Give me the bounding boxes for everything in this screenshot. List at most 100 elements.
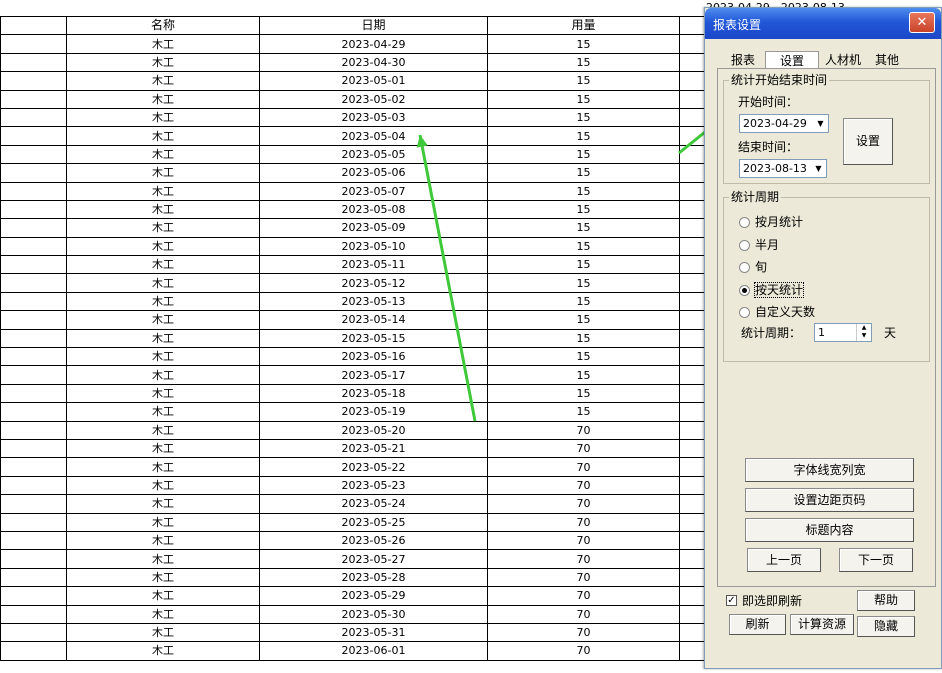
start-date-value: 2023-04-29 <box>743 117 807 130</box>
header-qty: 用量 <box>487 15 680 36</box>
header-date: 日期 <box>259 15 488 36</box>
end-date-value: 2023-08-13 <box>743 162 807 175</box>
row-blank-cell <box>0 494 67 514</box>
qty-cell: 15 <box>487 107 680 128</box>
qty-cell: 70 <box>487 494 680 514</box>
chevron-down-icon[interactable]: ▼ <box>811 160 826 177</box>
date-cell: 2023-05-19 <box>259 402 488 422</box>
row-blank-cell <box>0 512 67 532</box>
qty-cell: 70 <box>487 438 680 459</box>
row-blank-cell <box>0 71 67 91</box>
qty-cell: 15 <box>487 52 680 73</box>
time-group-legend: 统计开始结束时间 <box>729 73 830 87</box>
row-blank-cell <box>0 475 67 496</box>
row-blank-cell <box>0 291 67 312</box>
name-cell: 木工 <box>66 89 260 109</box>
name-cell: 木工 <box>66 549 260 569</box>
set-time-button[interactable]: 设置 <box>843 118 893 165</box>
period-option-label[interactable]: 按月统计 <box>755 215 803 229</box>
tab-settings[interactable]: 设置 <box>765 51 819 69</box>
name-cell: 木工 <box>66 530 260 551</box>
date-cell: 2023-05-01 <box>259 71 488 91</box>
period-radio-4[interactable] <box>739 307 750 318</box>
qty-cell: 70 <box>487 604 680 624</box>
name-cell: 木工 <box>66 144 260 165</box>
row-blank-cell <box>0 402 67 422</box>
row-blank-cell <box>0 641 67 661</box>
date-cell: 2023-05-14 <box>259 310 488 330</box>
next-page-button[interactable]: 下一页 <box>839 548 913 572</box>
name-cell: 木工 <box>66 199 260 220</box>
period-radio-3[interactable] <box>739 284 750 296</box>
help-button[interactable]: 帮助 <box>857 590 915 611</box>
qty-cell: 70 <box>487 586 680 606</box>
close-button[interactable]: ✕ <box>909 12 935 33</box>
qty-cell: 15 <box>487 255 680 275</box>
qty-cell: 15 <box>487 126 680 146</box>
date-cell: 2023-05-07 <box>259 181 488 201</box>
name-cell: 木工 <box>66 494 260 514</box>
period-radio-0[interactable] <box>739 217 750 228</box>
qty-cell: 70 <box>487 530 680 551</box>
row-blank-cell <box>0 255 67 275</box>
qty-cell: 15 <box>487 365 680 385</box>
stepper-arrows-icon[interactable]: ▲ ▼ <box>856 324 871 341</box>
date-cell: 2023-05-26 <box>259 530 488 551</box>
row-blank-cell <box>0 328 67 349</box>
auto-refresh-checkbox[interactable]: ✓ <box>726 595 737 606</box>
qty-cell: 15 <box>487 34 680 54</box>
date-cell: 2023-05-25 <box>259 512 488 532</box>
qty-cell: 70 <box>487 457 680 477</box>
hide-button[interactable]: 隐藏 <box>857 616 915 637</box>
date-cell: 2023-05-20 <box>259 420 488 440</box>
dialog-body: 报表 设置 人材机 其他 统计开始结束时间 开始时间： 2023-04-29 ▼… <box>705 39 941 668</box>
qty-cell: 70 <box>487 475 680 496</box>
row-blank-cell <box>0 310 67 330</box>
prev-page-button[interactable]: 上一页 <box>747 548 821 572</box>
row-blank-cell <box>0 549 67 569</box>
date-cell: 2023-05-02 <box>259 89 488 109</box>
dialog-titlebar[interactable]: 报表设置 ✕ <box>705 8 941 39</box>
period-option-label[interactable]: 按天统计 <box>753 281 805 298</box>
row-blank-cell <box>0 438 67 459</box>
date-cell: 2023-05-05 <box>259 144 488 165</box>
row-blank-cell <box>0 457 67 477</box>
name-cell: 木工 <box>66 622 260 643</box>
name-cell: 木工 <box>66 71 260 91</box>
calc-resource-button[interactable]: 计算资源 <box>790 614 854 635</box>
tab-report[interactable]: 报表 <box>725 51 761 69</box>
start-date-combo[interactable]: 2023-04-29 ▼ <box>739 114 829 133</box>
period-radio-2[interactable] <box>739 262 750 273</box>
name-cell: 木工 <box>66 218 260 238</box>
title-content-button[interactable]: 标题内容 <box>745 518 914 542</box>
font-linewidth-button[interactable]: 字体线宽列宽 <box>745 458 914 482</box>
row-blank-cell <box>0 273 67 293</box>
date-cell: 2023-05-22 <box>259 457 488 477</box>
date-cell: 2023-05-24 <box>259 494 488 514</box>
qty-cell: 15 <box>487 273 680 293</box>
period-option-label[interactable]: 自定义天数 <box>755 305 815 319</box>
tab-other[interactable]: 其他 <box>868 51 906 69</box>
name-cell: 木工 <box>66 236 260 257</box>
qty-cell: 15 <box>487 163 680 183</box>
refresh-button[interactable]: 刷新 <box>729 614 786 635</box>
time-group: 统计开始结束时间 开始时间： 2023-04-29 ▼ 结束时间： 2023-0… <box>723 73 930 184</box>
name-cell: 木工 <box>66 420 260 440</box>
row-blank-cell <box>0 144 67 165</box>
row-blank-cell <box>0 236 67 257</box>
date-cell: 2023-05-04 <box>259 126 488 146</box>
chevron-down-icon[interactable]: ▼ <box>813 115 828 132</box>
period-radio-1[interactable] <box>739 239 750 251</box>
end-date-combo[interactable]: 2023-08-13 ▼ <box>739 159 827 178</box>
row-blank-cell <box>0 530 67 551</box>
margin-pagenum-button[interactable]: 设置边距页码 <box>745 488 914 512</box>
header-blank <box>0 15 67 36</box>
row-blank-cell <box>0 567 67 588</box>
qty-cell: 70 <box>487 549 680 569</box>
period-option-label[interactable]: 半月 <box>755 238 779 252</box>
period-option-label[interactable]: 旬 <box>755 260 767 274</box>
period-stepper[interactable]: 1 ▲ ▼ <box>814 323 872 342</box>
check-icon: ✓ <box>727 595 736 606</box>
qty-cell: 70 <box>487 622 680 643</box>
tab-resources[interactable]: 人材机 <box>821 51 865 69</box>
